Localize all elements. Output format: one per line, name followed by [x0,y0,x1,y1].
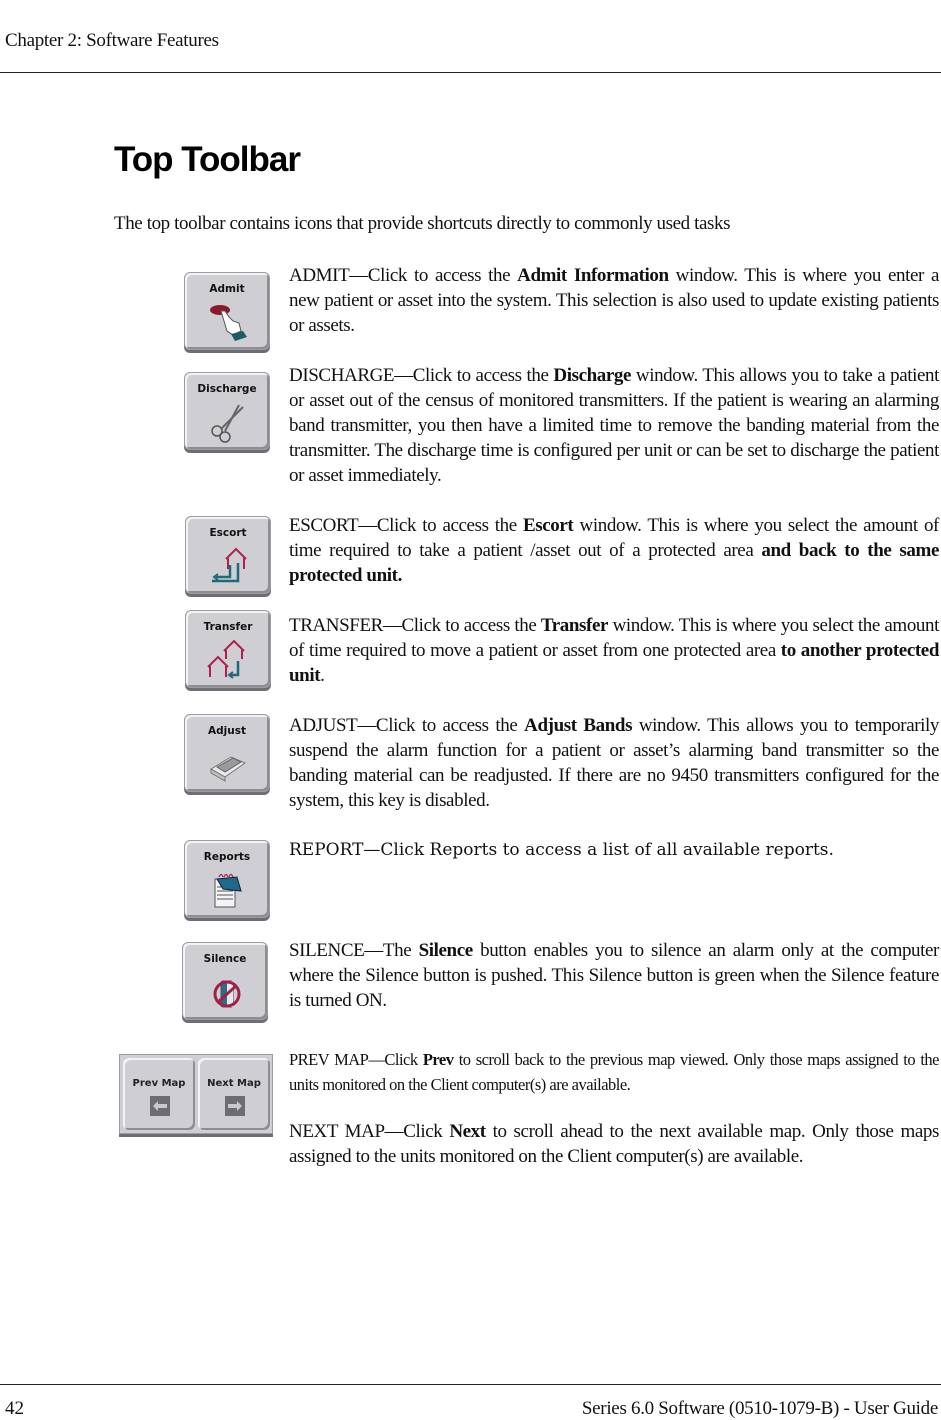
admit-button[interactable]: Admit [184,272,270,350]
reports-button-label: Reports [203,851,251,863]
guide-title: Series 6.0 Software (0510-1079-B) - User… [581,1398,938,1419]
prev-map-button[interactable]: Prev Map [123,1058,195,1130]
notepad-icon [214,873,242,908]
prev-map-description: PREV MAP—Click Prev to scroll back to th… [289,1050,940,1094]
page-number: 42 [5,1398,24,1419]
escort-button-label: Escort [209,527,247,539]
admit-button-label: Admit [209,283,245,295]
scissors-icon [211,404,244,443]
map-navigation-group: Prev Map Next Map [119,1054,273,1134]
prev-map-label: Prev Map [132,1078,186,1089]
silence-button-label: Silence [203,953,247,965]
adjust-description: ADJUST—Click to access the Adjust Bands … [289,715,940,811]
house-to-house-arrow-icon [207,639,245,679]
reports-button[interactable]: Reports [184,840,270,918]
discharge-button-label: Discharge [197,383,257,395]
speaker-muted-icon [213,980,241,1008]
discharge-description: DISCHARGE—Click to access the Discharge … [289,365,940,486]
page-title: Top Toolbar [114,140,301,179]
arrow-right-icon [225,1096,245,1116]
silence-button[interactable]: Silence [182,942,268,1020]
footer-divider [0,1384,941,1385]
next-map-label: Next Map [207,1078,261,1089]
escort-description: ESCORT—Click to access the Escort window… [289,515,939,586]
transfer-button-label: Transfer [203,621,253,633]
header-divider [0,72,941,73]
intro-text: The top toolbar contains icons that prov… [114,213,731,234]
transmitter-band-icon [210,756,247,782]
discharge-button[interactable]: Discharge [184,372,270,450]
adjust-button-label: Adjust [208,725,246,737]
hand-pointer-icon [210,305,247,341]
adjust-button[interactable]: Adjust [184,714,270,792]
escort-button[interactable]: Escort [185,516,271,594]
next-map-button[interactable]: Next Map [198,1058,270,1130]
chapter-header: Chapter 2: Software Features [5,30,219,51]
next-map-description: NEXT MAP—Click Next to scroll ahead to t… [289,1121,939,1167]
transfer-description: TRANSFER—Click to access the Transfer wi… [289,615,939,686]
silence-description: SILENCE—The Silence button enables you t… [289,940,939,1011]
report-description: REPORT—Click Reports to access a list of… [289,840,834,860]
arrow-left-icon [150,1096,170,1116]
house-return-arrow-icon [212,547,247,583]
admit-description: ADMIT—Click to access the Admit Informat… [289,265,939,336]
transfer-button[interactable]: Transfer [185,610,271,688]
